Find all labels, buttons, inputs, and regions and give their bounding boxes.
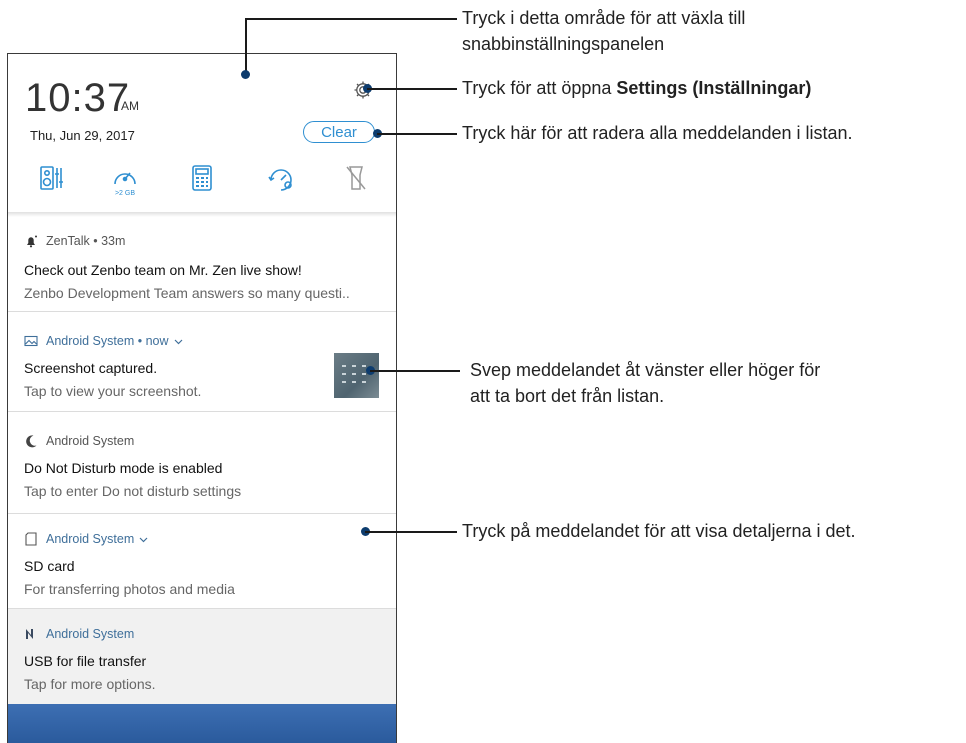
notification-app: Android System: [46, 334, 135, 348]
callout-text: Tryck på meddelandet för att visa detalj…: [462, 521, 856, 541]
notification-app: Android System: [46, 434, 135, 448]
notification-time: 33m: [101, 234, 126, 248]
notification-zentalk[interactable]: ZenTalk • 33m Check out Zenbo team on Mr…: [8, 217, 396, 312]
screenshot-thumbnail[interactable]: [334, 353, 379, 398]
callout-line: [367, 88, 457, 90]
notification-title: SD card: [24, 558, 75, 574]
notification-title: Check out Zenbo team on Mr. Zen live sho…: [24, 262, 302, 278]
callout-line: [245, 18, 247, 75]
notification-screenshot[interactable]: Android System • now Screenshot captured…: [8, 312, 396, 412]
image-icon: [24, 334, 38, 348]
moon-icon: [24, 434, 38, 448]
clock: 10:37: [25, 76, 131, 120]
clear-all-button[interactable]: Clear: [303, 121, 375, 143]
clock-ampm: AM: [121, 99, 139, 113]
notification-do-not-disturb[interactable]: Android System Do Not Disturb mode is en…: [8, 412, 396, 514]
callout-line: [377, 133, 457, 135]
notification-time: now: [145, 334, 169, 348]
notification-header: ZenTalk • 33m: [24, 234, 125, 248]
boost-icon[interactable]: >2 GB: [111, 164, 139, 198]
callout-line: [365, 531, 457, 533]
date: Thu, Jun 29, 2017: [30, 128, 135, 143]
notification-sd-card[interactable]: Android System SD card For transferring …: [8, 514, 396, 609]
notification-text: Tap for more options.: [24, 676, 156, 692]
notification-app: Android System: [46, 532, 135, 546]
usb-n-icon: [24, 627, 38, 641]
notification-app: Android System: [46, 627, 135, 641]
chevron-down-icon[interactable]: [174, 334, 183, 348]
callout-swipe: Svep meddelandet åt vänster eller höger …: [470, 357, 820, 409]
notification-header: Android System: [24, 532, 148, 546]
notification-title: USB for file transfer: [24, 653, 147, 669]
callout-text: Tryck för att öppna: [462, 78, 617, 98]
callout-text: Tryck i detta område för att växla till: [462, 8, 746, 28]
notification-usb[interactable]: Android System USB for file transfer Tap…: [8, 609, 396, 704]
notification-text: Zenbo Development Team answers so many q…: [24, 285, 350, 301]
quick-settings-area[interactable]: 10:37 AM Thu, Jun 29, 2017 Clear >2 GB: [8, 54, 396, 212]
storage-label: >2 GB: [114, 190, 136, 197]
separator-dot: •: [89, 234, 102, 248]
notification-header: Android System • now: [24, 334, 183, 348]
notification-text: For transferring photos and media: [24, 581, 235, 597]
notification-header: Android System: [24, 434, 134, 448]
wallpaper-strip: [8, 704, 396, 743]
callout-text: att ta bort det från listan.: [470, 386, 665, 406]
bell-icon: [24, 234, 38, 248]
callout-settings: Tryck för att öppna Settings (Inställnin…: [462, 75, 811, 101]
callout-details: Tryck på meddelandet för att visa detalj…: [462, 518, 856, 544]
notification-text: Tap to enter Do not disturb settings: [24, 483, 242, 499]
callout-quick-panel: Tryck i detta område för att växla till …: [462, 5, 745, 57]
notification-app: ZenTalk: [46, 234, 90, 248]
notification-header: Android System: [24, 627, 134, 641]
chevron-down-icon[interactable]: [139, 532, 148, 546]
separator-dot: •: [134, 334, 146, 348]
notification-title: Screenshot captured.: [24, 360, 158, 376]
notification-text: Tap to view your screenshot.: [24, 383, 202, 399]
callout-text-bold: Settings (Inställningar): [616, 78, 812, 98]
notification-shade: 10:37 AM Thu, Jun 29, 2017 Clear >2 GB Z…: [7, 53, 397, 743]
notification-title: Do Not Disturb mode is enabled: [24, 460, 223, 476]
callout-dot: [241, 70, 250, 79]
sd-card-icon: [24, 532, 38, 546]
callout-line: [370, 370, 460, 372]
flashlight-off-icon[interactable]: [344, 164, 372, 198]
callout-text: Svep meddelandet åt vänster eller höger …: [470, 360, 821, 380]
callout-clear: Tryck här för att radera alla meddelande…: [462, 120, 853, 146]
callout-text: snabbinställningspanelen: [462, 34, 665, 54]
calculator-icon[interactable]: [190, 164, 218, 198]
callout-line: [245, 18, 457, 20]
callout-text: Tryck här för att radera alla meddelande…: [462, 123, 853, 143]
auto-start-icon[interactable]: [266, 164, 294, 198]
audio-wizard-icon[interactable]: [38, 164, 66, 198]
